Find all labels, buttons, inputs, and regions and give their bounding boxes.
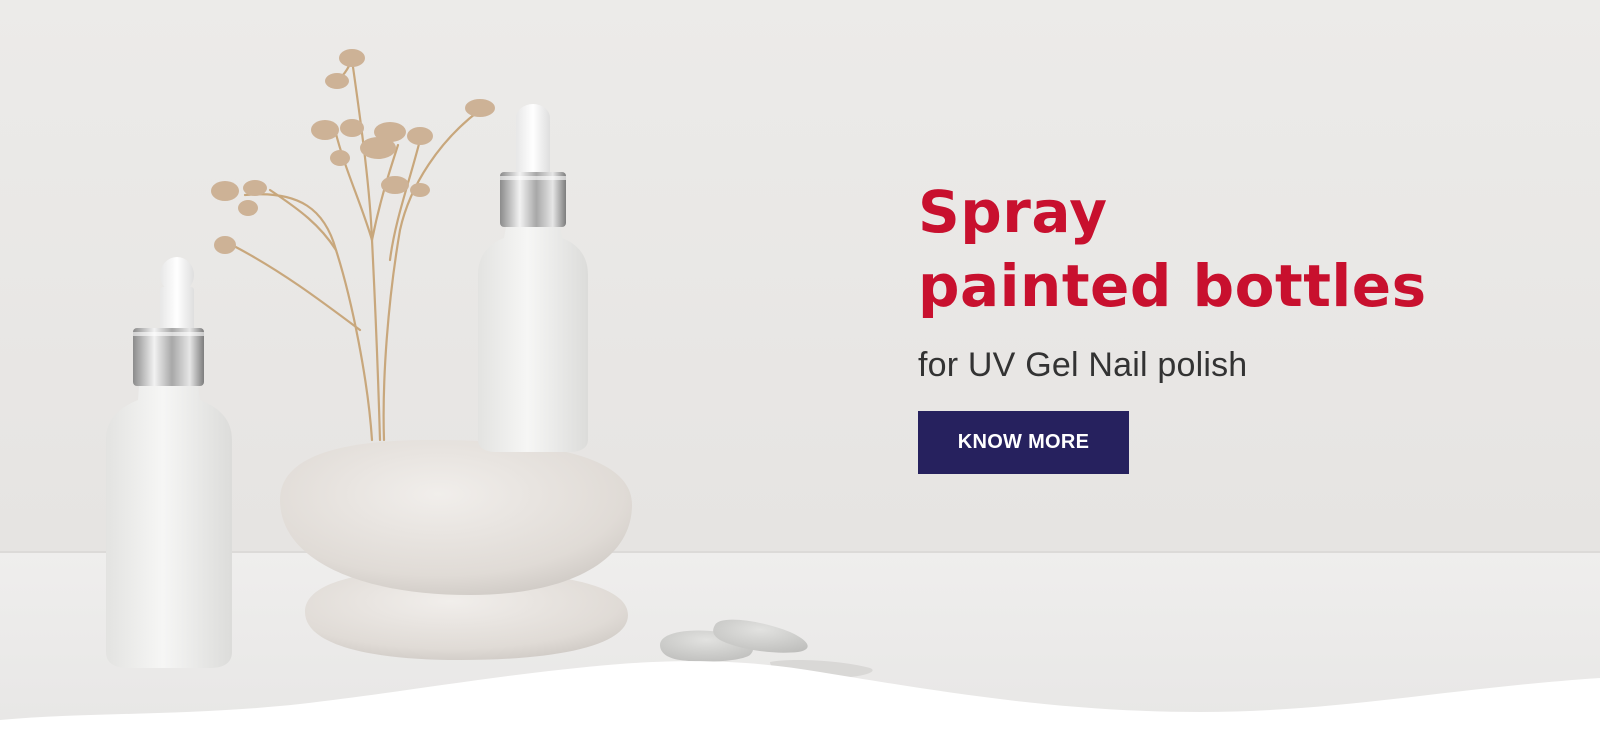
- hero-headline: Spray painted bottles: [918, 175, 1538, 323]
- hero-copy: Spray painted bottles for UV Gel Nail po…: [918, 175, 1538, 474]
- hero-subheading: for UV Gel Nail polish: [918, 346, 1248, 384]
- know-more-button[interactable]: KNOW MORE: [918, 411, 1129, 474]
- headline-line-2: painted bottles: [918, 252, 1427, 320]
- hero-banner: Spray painted bottles for UV Gel Nail po…: [0, 0, 1600, 743]
- headline-line-1: Spray: [918, 178, 1108, 246]
